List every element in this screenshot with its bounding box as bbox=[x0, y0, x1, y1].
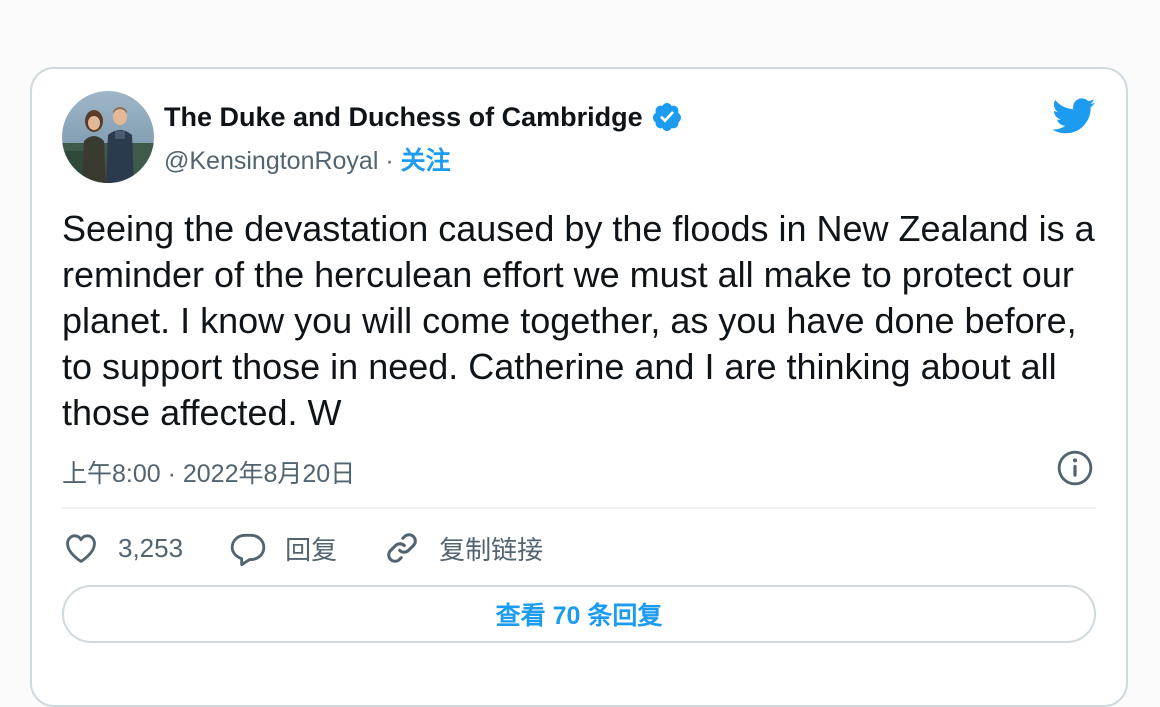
like-count: 3,253 bbox=[118, 532, 184, 563]
info-icon[interactable] bbox=[1056, 449, 1094, 487]
like-button[interactable]: 3,253 bbox=[62, 529, 183, 567]
reply-label: 回复 bbox=[285, 534, 338, 565]
twitter-bird-icon[interactable] bbox=[1050, 97, 1096, 135]
author-handle[interactable]: @KensingtonRoyal bbox=[164, 147, 378, 175]
copy-link-label: 复制链接 bbox=[439, 534, 544, 565]
link-icon bbox=[387, 533, 417, 563]
heart-icon bbox=[66, 534, 96, 563]
follow-link[interactable]: 关注 bbox=[401, 147, 451, 175]
author-display-name[interactable]: The Duke and Duchess of Cambridge bbox=[164, 102, 643, 133]
speech-bubble-icon bbox=[230, 533, 266, 567]
avatar[interactable] bbox=[62, 91, 154, 183]
reply-button[interactable]: 回复 bbox=[229, 529, 337, 567]
divider bbox=[62, 507, 1096, 509]
view-replies-button[interactable]: 查看 70 条回复 bbox=[62, 585, 1096, 643]
handle-separator: · bbox=[378, 147, 401, 175]
tweet-timestamp[interactable]: 上午8:00 · 2022年8月20日 bbox=[62, 454, 355, 490]
verified-badge-icon bbox=[652, 103, 681, 131]
tweet-text: Seeing the devastation caused by the flo… bbox=[62, 208, 1095, 433]
tweet-actions: 3,253 回复 复制链接 bbox=[62, 527, 589, 569]
author-name-row: The Duke and Duchess of Cambridge bbox=[164, 101, 683, 133]
tweet-embed-card: The Duke and Duchess of Cambridge @Kensi… bbox=[30, 67, 1128, 707]
author-handle-row: @KensingtonRoyal · 关注 bbox=[164, 141, 451, 177]
copy-link-button[interactable]: 复制链接 bbox=[383, 529, 543, 567]
